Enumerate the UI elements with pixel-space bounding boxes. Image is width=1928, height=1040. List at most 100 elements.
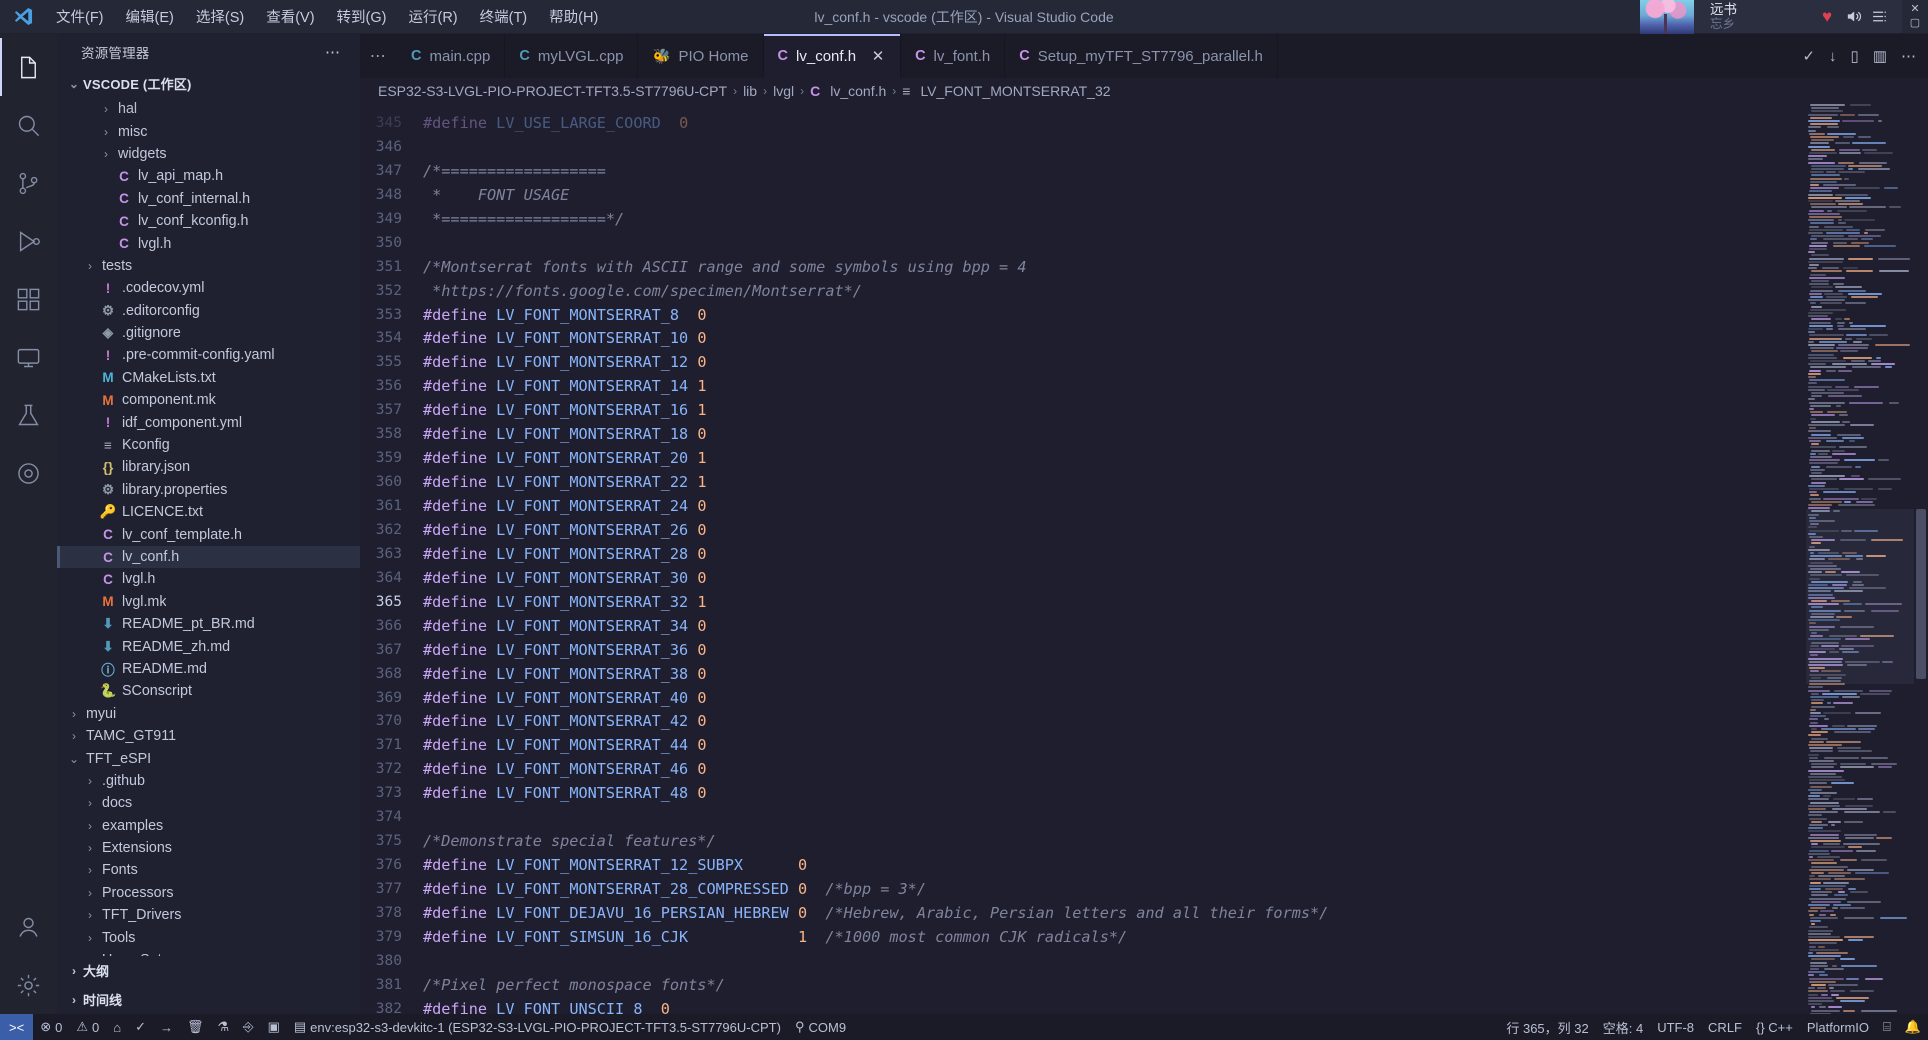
activity-explorer-icon[interactable] xyxy=(0,38,57,96)
menu-terminal[interactable]: 终端(T) xyxy=(470,3,538,30)
chevron-right-icon[interactable]: › xyxy=(97,125,115,139)
tree-file-row[interactable]: Clv_conf_internal.h xyxy=(57,188,360,210)
editor-tab[interactable]: C Setup_myTFT_ST7796_parallel.h xyxy=(1005,34,1278,78)
menu-view[interactable]: 查看(V) xyxy=(256,3,324,30)
code-line[interactable]: #define LV_FONT_MONTSERRAT_36 0 xyxy=(423,639,1806,663)
status-pio-project-env[interactable]: ▤ env:esp32-s3-devkitc-1 (ESP32-S3-LVGL-P… xyxy=(287,1014,788,1040)
code-line[interactable]: #define LV_FONT_MONTSERRAT_8 0 xyxy=(423,304,1806,328)
tree-folder-row[interactable]: › Tools xyxy=(57,926,360,948)
code-line[interactable]: #define LV_FONT_UNSCII_8 0 xyxy=(423,998,1806,1014)
status-indentation[interactable]: 空格: 4 xyxy=(1596,1014,1650,1040)
tree-file-row[interactable]: ! .pre-commit-config.yaml xyxy=(57,344,360,366)
menu-go[interactable]: 转到(G) xyxy=(327,3,397,30)
code-line[interactable] xyxy=(423,950,1806,974)
chevron-right-icon[interactable]: › xyxy=(97,102,115,116)
tab-close-icon[interactable]: ✕ xyxy=(870,47,886,65)
tree-folder-row[interactable]: › Processors xyxy=(57,882,360,904)
tree-file-row[interactable]: M CMakeLists.txt xyxy=(57,367,360,389)
tree-folder-row[interactable]: › widgets xyxy=(57,143,360,165)
status-problems[interactable]: ⊗ 0 xyxy=(33,1014,69,1040)
chevron-down-icon[interactable]: ⌄ xyxy=(81,953,99,956)
menu-help[interactable]: 帮助(H) xyxy=(539,3,608,30)
code-line[interactable]: #define LV_FONT_MONTSERRAT_28 0 xyxy=(423,543,1806,567)
tree-file-row[interactable]: ⓘ README.md xyxy=(57,658,360,680)
tree-file-row[interactable]: ⚙ .editorconfig xyxy=(57,300,360,322)
status-pio-home[interactable]: ⌂ xyxy=(106,1014,128,1040)
menu-file[interactable]: 文件(F) xyxy=(46,3,114,30)
code-line[interactable]: #define LV_FONT_MONTSERRAT_18 0 xyxy=(423,423,1806,447)
code-line[interactable]: #define LV_FONT_MONTSERRAT_14 1 xyxy=(423,375,1806,399)
tree-file-row[interactable]: Clvgl.h xyxy=(57,232,360,254)
tree-folder-row[interactable]: › hal xyxy=(57,98,360,120)
tree-folder-row[interactable]: › Extensions xyxy=(57,837,360,859)
code-line[interactable]: #define LV_USE_LARGE_COORD 0 xyxy=(423,112,1806,136)
code-line[interactable]: #define LV_FONT_MONTSERRAT_30 0 xyxy=(423,567,1806,591)
status-pio-new-terminal[interactable]: ▣ xyxy=(261,1014,287,1040)
status-serial-port[interactable]: ⚲ COM9 xyxy=(788,1014,853,1040)
heart-icon[interactable]: ♥ xyxy=(1814,0,1840,34)
menu-run[interactable]: 运行(R) xyxy=(398,3,467,30)
code-line[interactable]: #define LV_FONT_MONTSERRAT_42 0 xyxy=(423,710,1806,734)
breadcrumb-item[interactable]: ESP32-S3-LVGL-PIO-PROJECT-TFT3.5-ST7796U… xyxy=(378,83,727,99)
editor-tab[interactable]: Clv_conf.h ✕ xyxy=(763,34,902,78)
chevron-right-icon[interactable]: › xyxy=(81,931,99,945)
chevron-right-icon[interactable]: › xyxy=(81,863,99,877)
tree-file-row[interactable]: ⬇ README_zh.md xyxy=(57,635,360,657)
code-line[interactable]: #define LV_FONT_MONTSERRAT_20 1 xyxy=(423,447,1806,471)
tree-file-row[interactable]: Mlvgl.mk xyxy=(57,591,360,613)
editor-tab[interactable]: CmyLVGL.cpp xyxy=(505,34,639,78)
tree-folder-row[interactable]: › misc xyxy=(57,120,360,142)
code-line[interactable]: *https://fonts.google.com/specimen/Monts… xyxy=(423,280,1806,304)
code-line[interactable]: #define LV_FONT_DEJAVU_16_PERSIAN_HEBREW… xyxy=(423,902,1806,926)
chevron-right-icon[interactable]: › xyxy=(81,841,99,855)
activity-remote-explorer-icon[interactable] xyxy=(0,328,57,386)
editor-tab[interactable]: 🐝 PIO Home xyxy=(638,34,764,78)
split-editor-icon[interactable]: ▯ xyxy=(1851,47,1859,65)
tree-file-row[interactable]: 🔑 LICENCE.txt xyxy=(57,501,360,523)
tree-folder-row[interactable]: › .github xyxy=(57,770,360,792)
code-line[interactable]: #define LV_FONT_MONTSERRAT_46 0 xyxy=(423,758,1806,782)
code-line[interactable]: * FONT USAGE xyxy=(423,184,1806,208)
file-tree[interactable]: › hal › misc › widgets Clv_api_map.h Clv_conf_i… xyxy=(57,98,360,956)
chevron-right-icon[interactable]: › xyxy=(81,819,99,833)
remote-indicator[interactable]: >< xyxy=(0,1014,34,1040)
tree-file-row[interactable]: {} library.json xyxy=(57,456,360,478)
status-bar-left[interactable]: ⊗ 0 ⚠ 0 ⌂ ✓ → 🗑 ⚗ ⎆ ▣ ▤ env:esp32-s3-devkitc-1 (ESP3… xyxy=(33,1014,853,1040)
code-line[interactable]: #define LV_FONT_MONTSERRAT_40 0 xyxy=(423,687,1806,711)
editor-tabs[interactable]: Cmain.cpp CmyLVGL.cpp 🐝 PIO Home Clv_conf.h ✕… xyxy=(397,34,1790,78)
code-line[interactable]: #define LV_FONT_MONTSERRAT_38 0 xyxy=(423,663,1806,687)
code-line[interactable]: #define LV_FONT_MONTSERRAT_12_SUBPX 0 xyxy=(423,854,1806,878)
editor-tab[interactable]: Cmain.cpp xyxy=(397,34,506,78)
layout-icon[interactable]: ▥ xyxy=(1873,47,1887,65)
code-line[interactable]: /*Montserrat fonts with ASCII range and … xyxy=(423,256,1806,280)
code-content[interactable]: #define LV_USE_LARGE_COORD 0 /*=========… xyxy=(418,104,1806,1014)
tree-file-row[interactable]: ≡ Kconfig xyxy=(57,434,360,456)
minimap[interactable] xyxy=(1806,104,1914,1014)
code-line[interactable]: #define LV_FONT_MONTSERRAT_44 0 xyxy=(423,734,1806,758)
code-line[interactable]: #define LV_FONT_MONTSERRAT_24 0 xyxy=(423,495,1806,519)
tree-folder-row[interactable]: › Fonts xyxy=(57,859,360,881)
breadcrumb-item[interactable]: lvgl xyxy=(773,83,794,99)
music-player-widget[interactable]: 远书 忘乡 ♥ xyxy=(1640,0,1902,34)
status-pio-build[interactable]: ✓ xyxy=(128,1014,153,1040)
tree-file-row[interactable]: ◈ .gitignore xyxy=(57,322,360,344)
status-language-mode[interactable]: {} C++ xyxy=(1749,1014,1800,1040)
code-line[interactable]: #define LV_FONT_MONTSERRAT_26 0 xyxy=(423,519,1806,543)
status-pio-clean[interactable]: 🗑 xyxy=(180,1014,211,1040)
activity-source-control-icon[interactable] xyxy=(0,154,57,212)
status-eol[interactable]: CRLF xyxy=(1701,1014,1749,1040)
chevron-right-icon[interactable]: › xyxy=(81,908,99,922)
tabs-overflow-icon[interactable]: ⋯ xyxy=(360,34,397,78)
menu-selection[interactable]: 选择(S) xyxy=(186,3,254,30)
chevron-right-icon[interactable]: › xyxy=(81,774,99,788)
tree-folder-row[interactable]: ⌄ TFT_eSPI xyxy=(57,747,360,769)
maximize-icon[interactable]: ▢ xyxy=(1910,18,1920,29)
code-line[interactable]: /*================== xyxy=(423,160,1806,184)
tree-folder-row[interactable]: ⌄User_Setups xyxy=(57,949,360,956)
code-line[interactable]: #define LV_FONT_MONTSERRAT_48 0 xyxy=(423,782,1806,806)
chevron-right-icon[interactable]: › xyxy=(97,147,115,161)
status-warnings[interactable]: ⚠ 0 xyxy=(69,1014,106,1040)
activity-extensions-icon[interactable] xyxy=(0,270,57,328)
tree-file-row[interactable]: 🐍 SConscript xyxy=(57,680,360,702)
tree-folder-row[interactable]: › docs xyxy=(57,792,360,814)
